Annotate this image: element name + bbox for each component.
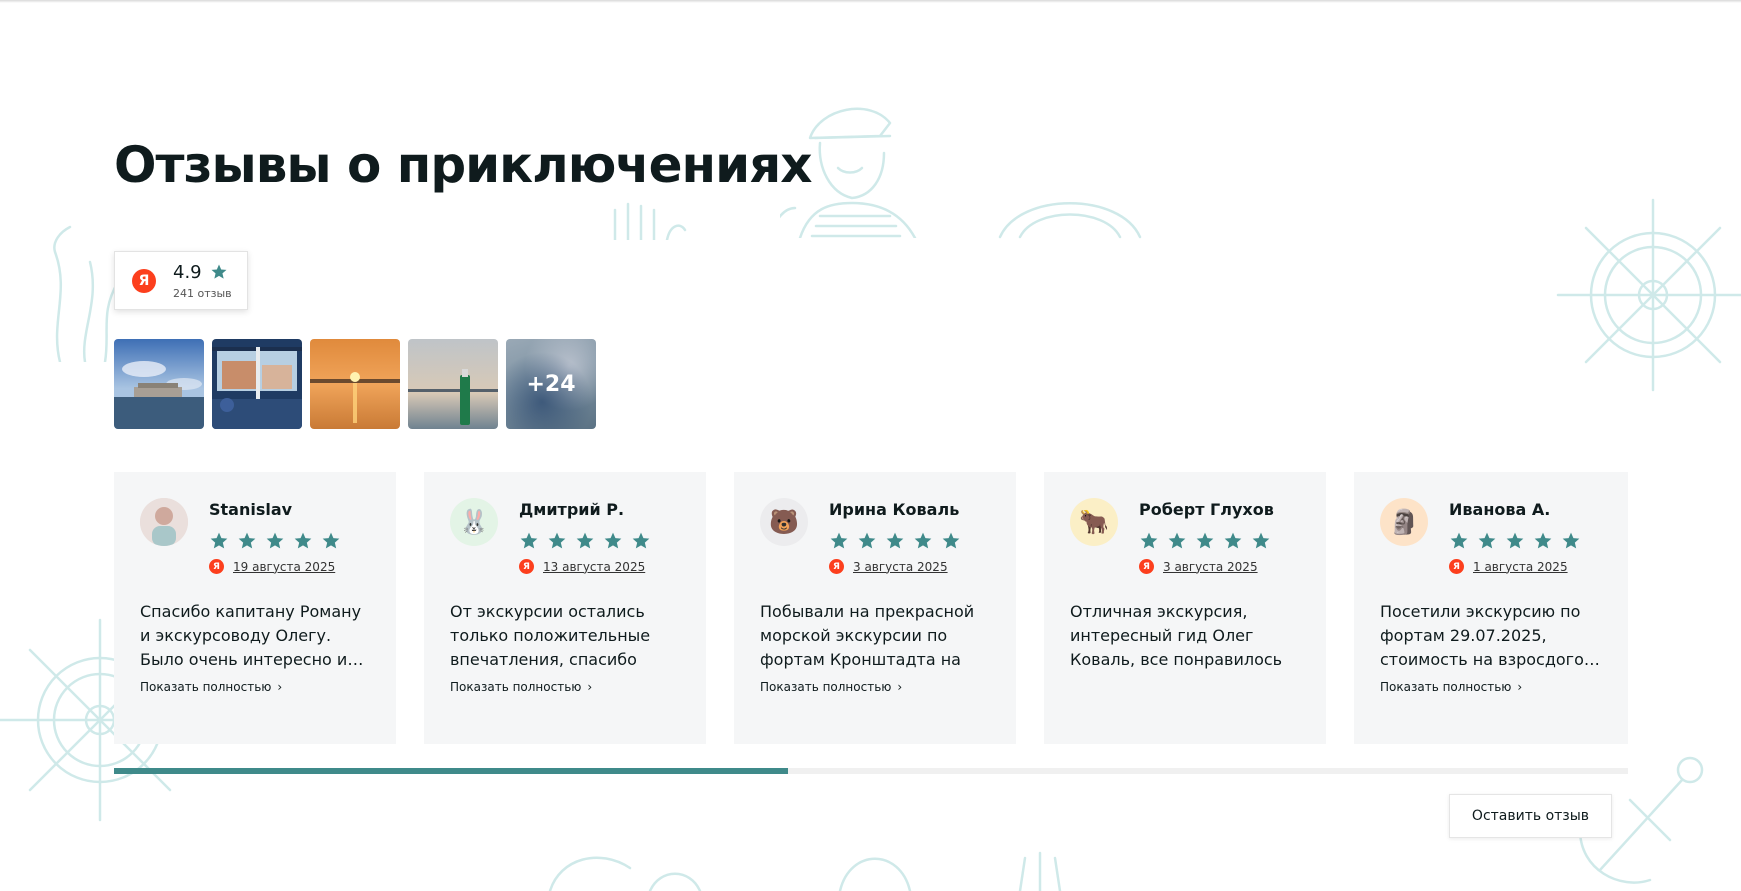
- bottom-sea-creatures-icon: [540, 838, 1180, 891]
- review-date-link[interactable]: 1 августа 2025: [1473, 560, 1568, 574]
- chevron-right-icon: ›: [897, 680, 903, 694]
- review-stars: [519, 531, 651, 551]
- star-icon: [1140, 532, 1158, 549]
- review-stars: [209, 531, 341, 551]
- page-title: Отзывы о приключениях: [114, 136, 812, 194]
- ship-wheel-right-icon: [1548, 190, 1741, 400]
- star-icon: [1450, 532, 1468, 549]
- star-icon: [604, 532, 622, 549]
- star-icon: [858, 532, 876, 549]
- star-icon: [830, 532, 848, 549]
- bear-icon: 🐻: [760, 498, 808, 546]
- review-date-link[interactable]: 3 августа 2025: [853, 560, 948, 574]
- star-icon: [520, 532, 538, 549]
- star-icon: [211, 264, 227, 279]
- yandex-logo-icon: Я: [1449, 559, 1464, 574]
- chevron-right-icon: ›: [1517, 680, 1523, 694]
- review-card: 🐰 Дмитрий Р. Я 13 августа 2025 От экскур…: [424, 472, 706, 744]
- review-card: 🐻 Ирина Коваль Я 3 августа 2025 Побывали…: [734, 472, 1016, 744]
- yandex-rating-badge[interactable]: Я 4.9 241 отзыв: [114, 251, 248, 310]
- star-icon: [266, 532, 284, 549]
- avatar-glyph: 🐂: [1079, 508, 1109, 536]
- review-date-link[interactable]: 3 августа 2025: [1163, 560, 1258, 574]
- review-stars: [1449, 531, 1581, 551]
- star-icon: [1196, 532, 1214, 549]
- yandex-logo-icon: Я: [209, 559, 224, 574]
- review-photo-sunset[interactable]: [310, 339, 400, 429]
- review-card: Stanislav Я 19 августа 2025 Спасибо капи…: [114, 472, 396, 744]
- review-author: Роберт Глухов: [1139, 500, 1274, 519]
- review-author: Ирина Коваль: [829, 500, 960, 519]
- review-photo-buoy[interactable]: [408, 339, 498, 429]
- star-icon: [1478, 532, 1496, 549]
- review-text: Спасибо капитану Роману и экскурсоводу О…: [140, 602, 364, 669]
- carousel-scrollbar-thumb[interactable]: [114, 768, 788, 774]
- star-icon: [1534, 532, 1552, 549]
- rating-value: 4.9: [173, 261, 202, 283]
- review-date-link[interactable]: 13 августа 2025: [543, 560, 645, 574]
- review-author: Дмитрий Р.: [519, 500, 625, 519]
- star-icon: [632, 532, 650, 549]
- avatar-glyph: 🐻: [769, 508, 799, 536]
- review-stars: [1139, 531, 1274, 551]
- moai-icon: 🗿: [1380, 498, 1428, 546]
- star-icon: [548, 532, 566, 549]
- review-stars: [829, 531, 961, 551]
- avatar-glyph: 🐰: [459, 508, 489, 536]
- star-icon: [1562, 532, 1580, 549]
- review-text: От экскурсии остались только положительн…: [450, 602, 651, 669]
- show-more-label: Показать полностью: [760, 680, 892, 694]
- star-icon: [238, 532, 256, 549]
- show-more-link[interactable]: Показать полностью ›: [450, 680, 680, 694]
- review-date-link[interactable]: 19 августа 2025: [233, 560, 335, 574]
- star-icon: [886, 532, 904, 549]
- star-icon: [210, 532, 228, 549]
- show-more-label: Показать полностью: [140, 680, 272, 694]
- review-photo-deck[interactable]: [212, 339, 302, 429]
- yandex-logo-icon: Я: [829, 559, 844, 574]
- yak-icon: 🐂: [1070, 498, 1118, 546]
- show-more-link[interactable]: Показать полностью ›: [760, 680, 990, 694]
- rabbit-icon: 🐰: [450, 498, 498, 546]
- star-icon: [1168, 532, 1186, 549]
- review-author: Stanislav: [209, 500, 293, 519]
- star-icon: [1252, 532, 1270, 549]
- star-icon: [576, 532, 594, 549]
- review-text: Посетили экскурсию по фортам 29.07.2025,…: [1380, 602, 1600, 669]
- more-photos-label: +24: [526, 371, 576, 397]
- show-more-link[interactable]: Показать полностью ›: [1380, 680, 1602, 694]
- review-card: 🐂 Роберт Глухов Я 3 августа 2025 Отлична…: [1044, 472, 1326, 744]
- reviews-count: 241 отзыв: [173, 286, 232, 300]
- yandex-logo-icon: Я: [519, 559, 534, 574]
- wheel-top-center-icon: [990, 192, 1150, 242]
- more-photos-button[interactable]: +24: [506, 339, 596, 429]
- review-card: 🗿 Иванова А. Я 1 августа 2025 Посетили э…: [1354, 472, 1628, 744]
- user-photo-avatar: [140, 498, 188, 546]
- reviews-carousel[interactable]: Stanislav Я 19 августа 2025 Спасибо капи…: [114, 472, 1628, 744]
- yandex-logo-icon: Я: [132, 268, 156, 293]
- review-photo-fort[interactable]: [114, 339, 204, 429]
- review-photos-gallery: +24: [114, 339, 596, 429]
- star-icon: [914, 532, 932, 549]
- carousel-scrollbar[interactable]: [114, 768, 1628, 774]
- review-text: Отличная экскурсия, интересный гид Олег …: [1070, 602, 1283, 669]
- star-icon: [1224, 532, 1242, 549]
- show-more-link[interactable]: Показать полностью ›: [140, 680, 370, 694]
- chevron-right-icon: ›: [277, 680, 283, 694]
- header-shadow: [0, 0, 1741, 3]
- chevron-right-icon: ›: [587, 680, 593, 694]
- leave-review-button[interactable]: Оставить отзыв: [1449, 794, 1612, 838]
- avatar-glyph: 🗿: [1389, 508, 1419, 536]
- star-icon: [294, 532, 312, 549]
- show-more-label: Показать полностью: [450, 680, 582, 694]
- star-icon: [942, 532, 960, 549]
- yandex-logo-icon: Я: [1139, 559, 1154, 574]
- star-icon: [1506, 532, 1524, 549]
- hands-illustration-icon: [610, 200, 690, 240]
- show-more-label: Показать полностью: [1380, 680, 1512, 694]
- review-text: Побывали на прекрасной морской экскурсии…: [760, 602, 975, 669]
- review-author: Иванова А.: [1449, 500, 1551, 519]
- star-icon: [322, 532, 340, 549]
